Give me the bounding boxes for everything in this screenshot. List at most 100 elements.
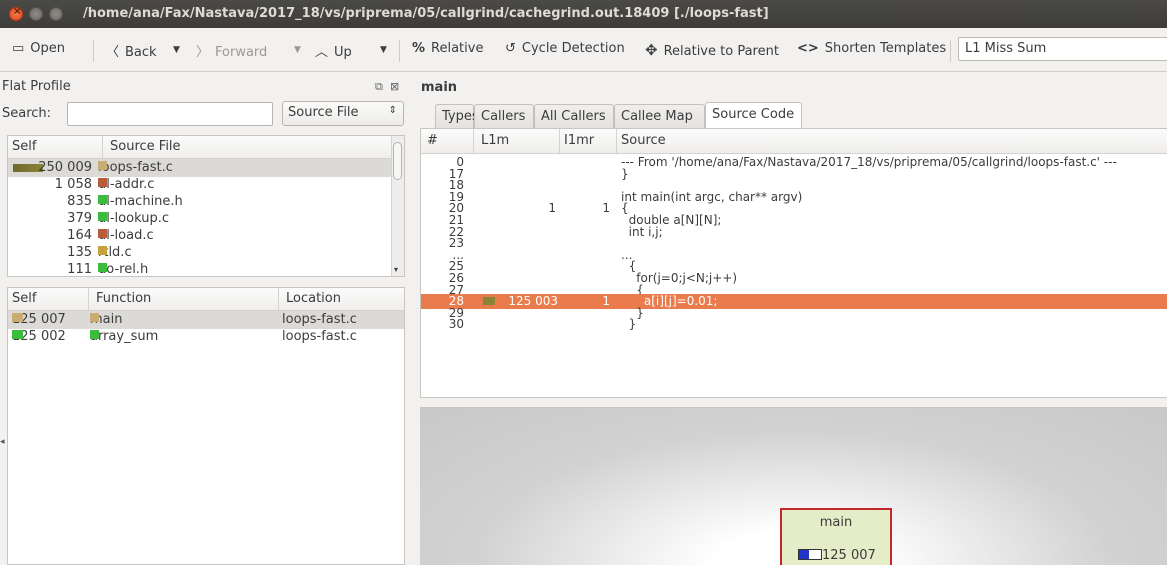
chevron-up-icon: ︿ [315,45,329,60]
group-by-value: Source File [288,105,359,120]
function-name: main [90,312,122,327]
file-name-text: loops-fast.c [98,160,173,175]
relative-toggle[interactable]: % Relative [412,41,483,56]
file-name: dl-machine.h [98,194,183,209]
column-separator [559,129,560,153]
float-dock-icon[interactable]: ⧉ [375,80,383,94]
source-view: # L1m I1mr Source 0 --- From '/home/ana/F… [420,128,1167,398]
file-self-value: 379 [67,211,92,226]
toolbar-separator [950,40,951,62]
close-dock-icon[interactable]: ⊠ [390,80,399,93]
function-self: 125 002 [12,329,66,344]
file-name: dl-load.c [98,228,154,243]
source-line[interactable]: 30 } [421,318,1167,330]
angle-brackets-icon: <> [797,41,819,56]
i1mr-value: 1 [602,201,610,216]
file-list-scrollbar[interactable]: ▾ [391,136,404,276]
scrollbar-thumb[interactable] [393,142,402,180]
cost-bar [483,297,495,306]
call-graph-node-main[interactable]: main 125 007 [780,508,892,565]
file-name-text: dl-machine.h [98,194,183,209]
open-button[interactable]: ▭ Open [12,41,65,56]
source-line[interactable]: 22 int i,j; [421,226,1167,238]
pane-splitter[interactable] [420,399,1167,407]
relative-to-parent-label: Relative to Parent [663,44,779,59]
source-line[interactable]: 19 int main(int argc, char** argv) [421,191,1167,203]
l1m-value: 125 003 [508,294,558,309]
file-name: do-rel.h [98,262,148,276]
source-line[interactable]: ...... [421,249,1167,261]
file-row[interactable]: 835 dl-machine.h [8,193,404,211]
chevron-left-icon: 〈 [106,45,120,60]
file-self-value: 835 [67,194,92,209]
file-row[interactable]: 1 058 dl-addr.c [8,176,404,194]
color-swatch [98,161,107,170]
function-column-header[interactable]: Function [96,291,151,306]
open-label: Open [30,41,66,56]
file-name: loops-fast.c [98,160,173,175]
function-row[interactable]: 125 002 array_sum loops-fast.c [8,328,404,346]
source-line[interactable]: 23 [421,237,1167,249]
self-column-header[interactable]: Self [12,139,36,154]
tab-types[interactable]: Types [435,104,479,128]
source-line[interactable]: 20 1 1{ [421,202,1167,214]
move-arrows-icon: ✥ [645,41,658,59]
up-label: Up [334,45,352,60]
source-line[interactable]: 25 { [421,260,1167,272]
function-row[interactable]: 125 007 main loops-fast.c [8,311,404,329]
file-self-value: 1 058 [54,177,92,192]
source-line[interactable]: 17} [421,168,1167,180]
i1mr-column-header[interactable]: I1mr [564,133,594,148]
i1mr-value: 1 [602,294,610,309]
caret-down-icon[interactable]: ▾ [394,265,398,274]
forward-button[interactable]: 〉 Forward [196,41,267,60]
location-column-header[interactable]: Location [286,291,341,306]
relative-to-parent-toggle[interactable]: ✥ Relative to Parent [645,41,779,59]
source-text: int i,j; [621,224,663,239]
up-button[interactable]: ︿ Up [315,41,352,60]
tab-callee-map[interactable]: Callee Map [614,104,705,128]
maximize-window-button[interactable] [49,7,63,21]
file-row[interactable]: 135 rtld.c [8,244,404,262]
source-line[interactable]: 26 for(j=0;j<N;j++) [421,272,1167,284]
line-column-header[interactable]: # [427,133,438,148]
file-row[interactable]: 164 dl-load.c [8,227,404,245]
vertical-splitter[interactable] [408,255,416,395]
up-history-dropdown[interactable]: ▼ [380,41,387,56]
window-titlebar: × /home/ana/Fax/Nastava/2017_18/vs/pripr… [0,0,1167,28]
cycle-detection-toggle[interactable]: ↺ Cycle Detection [505,41,625,56]
source-line[interactable]: 29 } [421,307,1167,319]
file-row[interactable]: 250 009 loops-fast.c [8,159,404,177]
tab-source-code[interactable]: Source Code [705,102,802,128]
back-history-dropdown[interactable]: ▼ [173,41,180,56]
source-line[interactable]: 0 --- From '/home/ana/Fax/Nastava/2017_18… [421,156,1167,168]
flat-profile-title: Flat Profile [2,79,71,94]
tab-callers[interactable]: Callers [474,104,534,128]
file-row[interactable]: 379 dl-lookup.c [8,210,404,228]
dock-expand-icon[interactable]: ◂ [0,437,5,447]
function-name-text: array_sum [90,329,159,344]
file-row[interactable]: 111 do-rel.h [8,261,404,276]
event-type-select[interactable]: L1 Miss Sum [958,37,1167,61]
close-window-button[interactable]: × [9,6,23,21]
back-button[interactable]: 〈 Back [106,41,157,60]
node-cost-value: 125 007 [822,548,876,563]
minimize-window-button[interactable] [29,7,43,21]
tab-all-callers[interactable]: All Callers [534,104,614,128]
self-column-header[interactable]: Self [12,291,36,306]
color-swatch [12,313,23,322]
l1m-column-header[interactable]: L1m [481,133,509,148]
search-input[interactable] [67,102,273,126]
shorten-templates-label: Shorten Templates [824,41,947,56]
forward-history-dropdown[interactable]: ▼ [294,41,301,56]
source-column-header[interactable]: Source [621,133,666,148]
source-file-column-header[interactable]: Source File [110,139,181,154]
call-graph-view: main 125 007 [420,407,1167,565]
shorten-templates-toggle[interactable]: <> Shorten Templates [797,41,946,56]
group-by-select[interactable]: Source File ⇕ [282,101,404,126]
color-swatch [98,212,107,221]
percent-icon: % [412,41,426,56]
caret-down-icon: ▼ [173,45,180,55]
source-line[interactable]: 21 double a[N][N]; [421,214,1167,226]
node-label: main [819,515,853,530]
